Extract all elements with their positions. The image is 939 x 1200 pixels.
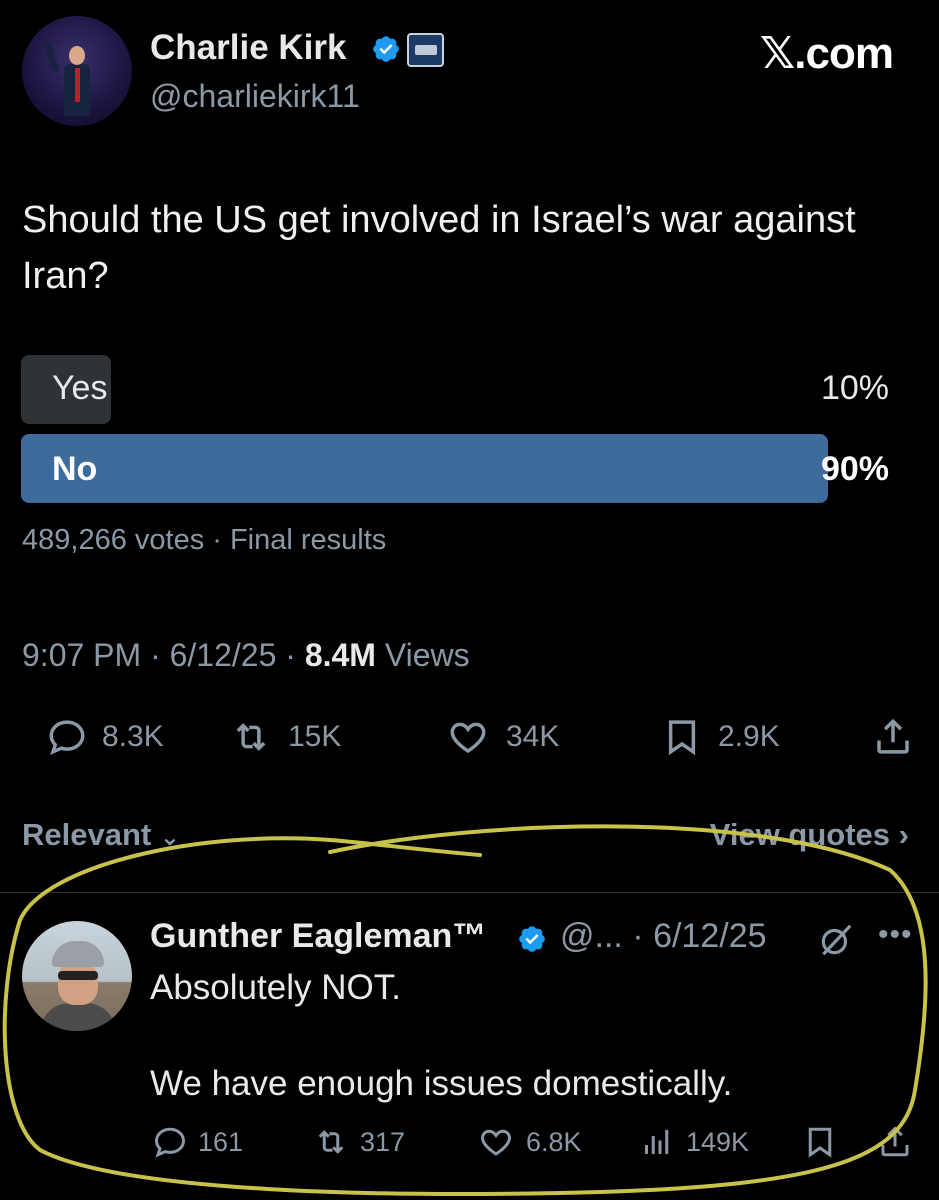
reply-repost-button[interactable]: 317: [312, 1124, 405, 1160]
repost-count: 15K: [288, 720, 342, 753]
bookmark-icon: [668, 720, 696, 756]
poll-option-bar-no: [21, 434, 828, 503]
reply-text-line-2: We have enough issues domestically.: [150, 1064, 733, 1103]
reply-share-button[interactable]: [876, 1124, 924, 1160]
reply-text-line-1: Absolutely NOT.: [150, 968, 401, 1007]
author-handle[interactable]: @charliekirk11: [150, 78, 360, 115]
author-name[interactable]: Charlie Kirk: [150, 28, 346, 68]
verified-badge-icon: [373, 36, 399, 62]
chevron-right-icon: ›: [898, 817, 909, 852]
reply-like-button[interactable]: 6.8K: [476, 1124, 582, 1160]
organization-badge-icon[interactable]: [407, 33, 444, 67]
share-button[interactable]: [870, 716, 930, 758]
x-logo-watermark: 𝕏.com: [759, 29, 894, 78]
sort-label: Relevant: [22, 817, 152, 852]
tweet-text: Should the US get involved in Israel’s w…: [22, 199, 856, 297]
heart-icon: [481, 1129, 511, 1156]
heart-icon: [450, 722, 486, 754]
repost-button[interactable]: 15K: [228, 716, 341, 758]
sort-replies-dropdown[interactable]: Relevant ⌄: [22, 817, 180, 853]
like-count: 34K: [506, 720, 560, 753]
reply-button[interactable]: 8.3K: [46, 716, 164, 758]
reply-reply-count: 161: [198, 1126, 244, 1157]
timestamp-text: 9:07 PM · 6/12/25 ·: [22, 637, 305, 673]
views-analytics-icon: [645, 1130, 669, 1154]
bookmark-icon: [808, 1127, 832, 1158]
more-options-icon[interactable]: •••: [878, 918, 913, 952]
poll-option-label-yes: Yes: [52, 369, 108, 407]
bookmark-count: 2.9K: [718, 720, 780, 753]
reply-views-count: 149K: [686, 1126, 750, 1157]
reply-count: 8.3K: [102, 720, 164, 753]
reply-reply-button[interactable]: 161: [152, 1124, 243, 1160]
verified-badge-icon: [519, 926, 545, 952]
poll-option-percent-yes: 10%: [820, 369, 889, 407]
author-avatar[interactable]: [22, 16, 132, 126]
share-icon: [881, 1126, 909, 1157]
poll-meta: 489,266 votes · Final results: [22, 524, 387, 556]
reply-views-button[interactable]: 149K: [638, 1124, 749, 1160]
divider: [0, 892, 939, 893]
reply-author-handle-date[interactable]: @... · 6/12/25: [560, 917, 767, 956]
reply-author-avatar[interactable]: [22, 921, 132, 1031]
reply-author-name[interactable]: Gunther Eagleman™: [150, 917, 486, 956]
view-quotes-link[interactable]: View quotes ›: [710, 817, 909, 853]
grok-icon[interactable]: [817, 921, 855, 959]
tweet-timestamp[interactable]: 9:07 PM · 6/12/25 · 8.4M Views: [22, 637, 470, 674]
reply-icon: [154, 1127, 186, 1158]
poll-option-percent-no: 90%: [820, 450, 889, 488]
chevron-down-icon: ⌄: [159, 824, 180, 851]
views-label: Views: [375, 637, 470, 673]
reply-icon: [49, 720, 85, 756]
repost-icon: [318, 1130, 344, 1154]
view-quotes-label: View quotes: [709, 817, 891, 852]
like-button[interactable]: 34K: [444, 716, 559, 758]
share-icon: [877, 718, 909, 754]
reply-repost-count: 317: [360, 1126, 406, 1157]
highlight-scribble: [2, 824, 928, 1196]
reply-bookmark-button[interactable]: [802, 1124, 848, 1160]
views-count: 8.4M: [304, 637, 376, 673]
reply-like-count: 6.8K: [526, 1126, 582, 1157]
bookmark-button[interactable]: 2.9K: [660, 716, 780, 758]
repost-icon: [236, 723, 266, 751]
poll-option-label-no: No: [52, 450, 98, 488]
